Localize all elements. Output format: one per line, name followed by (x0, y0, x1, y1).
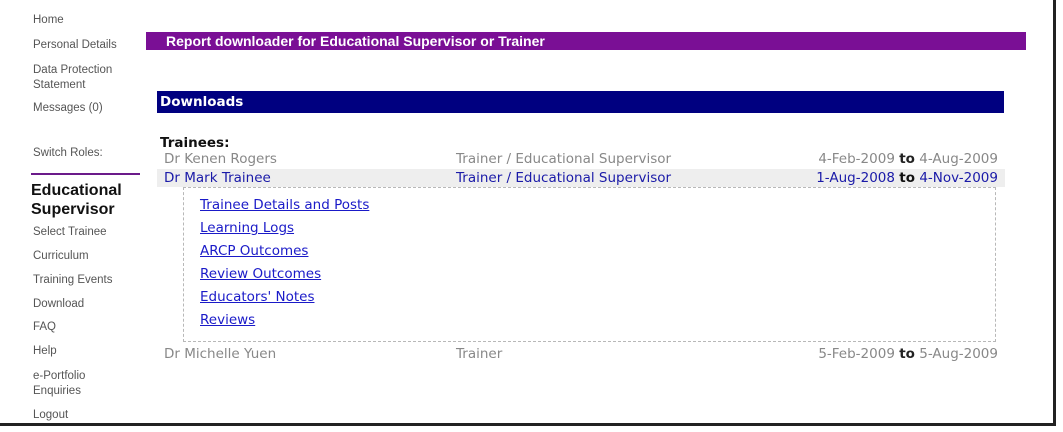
trainee-name: Dr Kenen Rogers (164, 151, 277, 167)
trainee-role: Trainer / Educational Supervisor (456, 151, 672, 167)
role-title: Educational Supervisor (31, 181, 122, 219)
page-title: Report downloader for Educational Superv… (146, 32, 1026, 50)
sidebar-item-personal-details[interactable]: Personal Details (33, 38, 117, 53)
sidebar-item-switch-roles[interactable]: Switch Roles: (33, 146, 103, 161)
trainee-row-selected[interactable]: Dr Mark Trainee Trainer / Educational Su… (157, 169, 1005, 187)
trainee-role: Trainer / Educational Supervisor (456, 170, 672, 186)
sidebar-item-faq[interactable]: FAQ (33, 320, 56, 335)
sidebar-item-home[interactable]: Home (33, 13, 64, 28)
report-link-arcp-outcomes[interactable]: ARCP Outcomes (200, 243, 308, 260)
trainee-row[interactable]: Dr Michelle Yuen Trainer 5-Feb-2009 to 5… (157, 345, 1005, 363)
trainee-dates: 5-Feb-2009 to 5-Aug-2009 (818, 346, 998, 362)
section-title: Downloads (157, 91, 1004, 113)
sidebar-item-data-protection-line2[interactable]: Statement (33, 78, 85, 93)
role-divider (31, 173, 140, 175)
sidebar-item-select-trainee[interactable]: Select Trainee (33, 225, 107, 240)
trainee-dates: 4-Feb-2009 to 4-Aug-2009 (818, 151, 998, 167)
trainee-name: Dr Mark Trainee (164, 170, 271, 186)
trainee-dates: 1-Aug-2008 to 4-Nov-2009 (816, 170, 998, 186)
sidebar-item-eportfolio-enquiries-line2[interactable]: Enquiries (33, 384, 81, 399)
report-link-learning-logs[interactable]: Learning Logs (200, 220, 294, 237)
trainee-role: Trainer (456, 346, 503, 362)
sidebar-item-messages[interactable]: Messages (0) (33, 101, 103, 116)
sidebar-item-data-protection[interactable]: Data Protection (33, 63, 112, 78)
sidebar-item-curriculum[interactable]: Curriculum (33, 249, 89, 264)
role-title-line2: Supervisor (31, 201, 115, 218)
sidebar-item-logout[interactable]: Logout (33, 408, 68, 423)
sidebar-item-help[interactable]: Help (33, 344, 57, 359)
report-link-trainee-details[interactable]: Trainee Details and Posts (200, 197, 369, 214)
trainee-name: Dr Michelle Yuen (164, 346, 277, 362)
sidebar-item-training-events[interactable]: Training Events (33, 273, 112, 288)
report-link-educators-notes[interactable]: Educators' Notes (200, 289, 314, 306)
report-link-reviews[interactable]: Reviews (200, 312, 255, 329)
sidebar-item-eportfolio-enquiries[interactable]: e-Portfolio (33, 369, 85, 384)
report-link-review-outcomes[interactable]: Review Outcomes (200, 266, 321, 283)
role-title-line1: Educational (31, 182, 122, 199)
sidebar: Home Personal Details Data Protection St… (0, 0, 150, 426)
sidebar-item-download[interactable]: Download (33, 297, 84, 312)
trainee-row[interactable]: Dr Kenen Rogers Trainer / Educational Su… (157, 150, 1005, 168)
trainees-label: Trainees: (160, 135, 230, 151)
